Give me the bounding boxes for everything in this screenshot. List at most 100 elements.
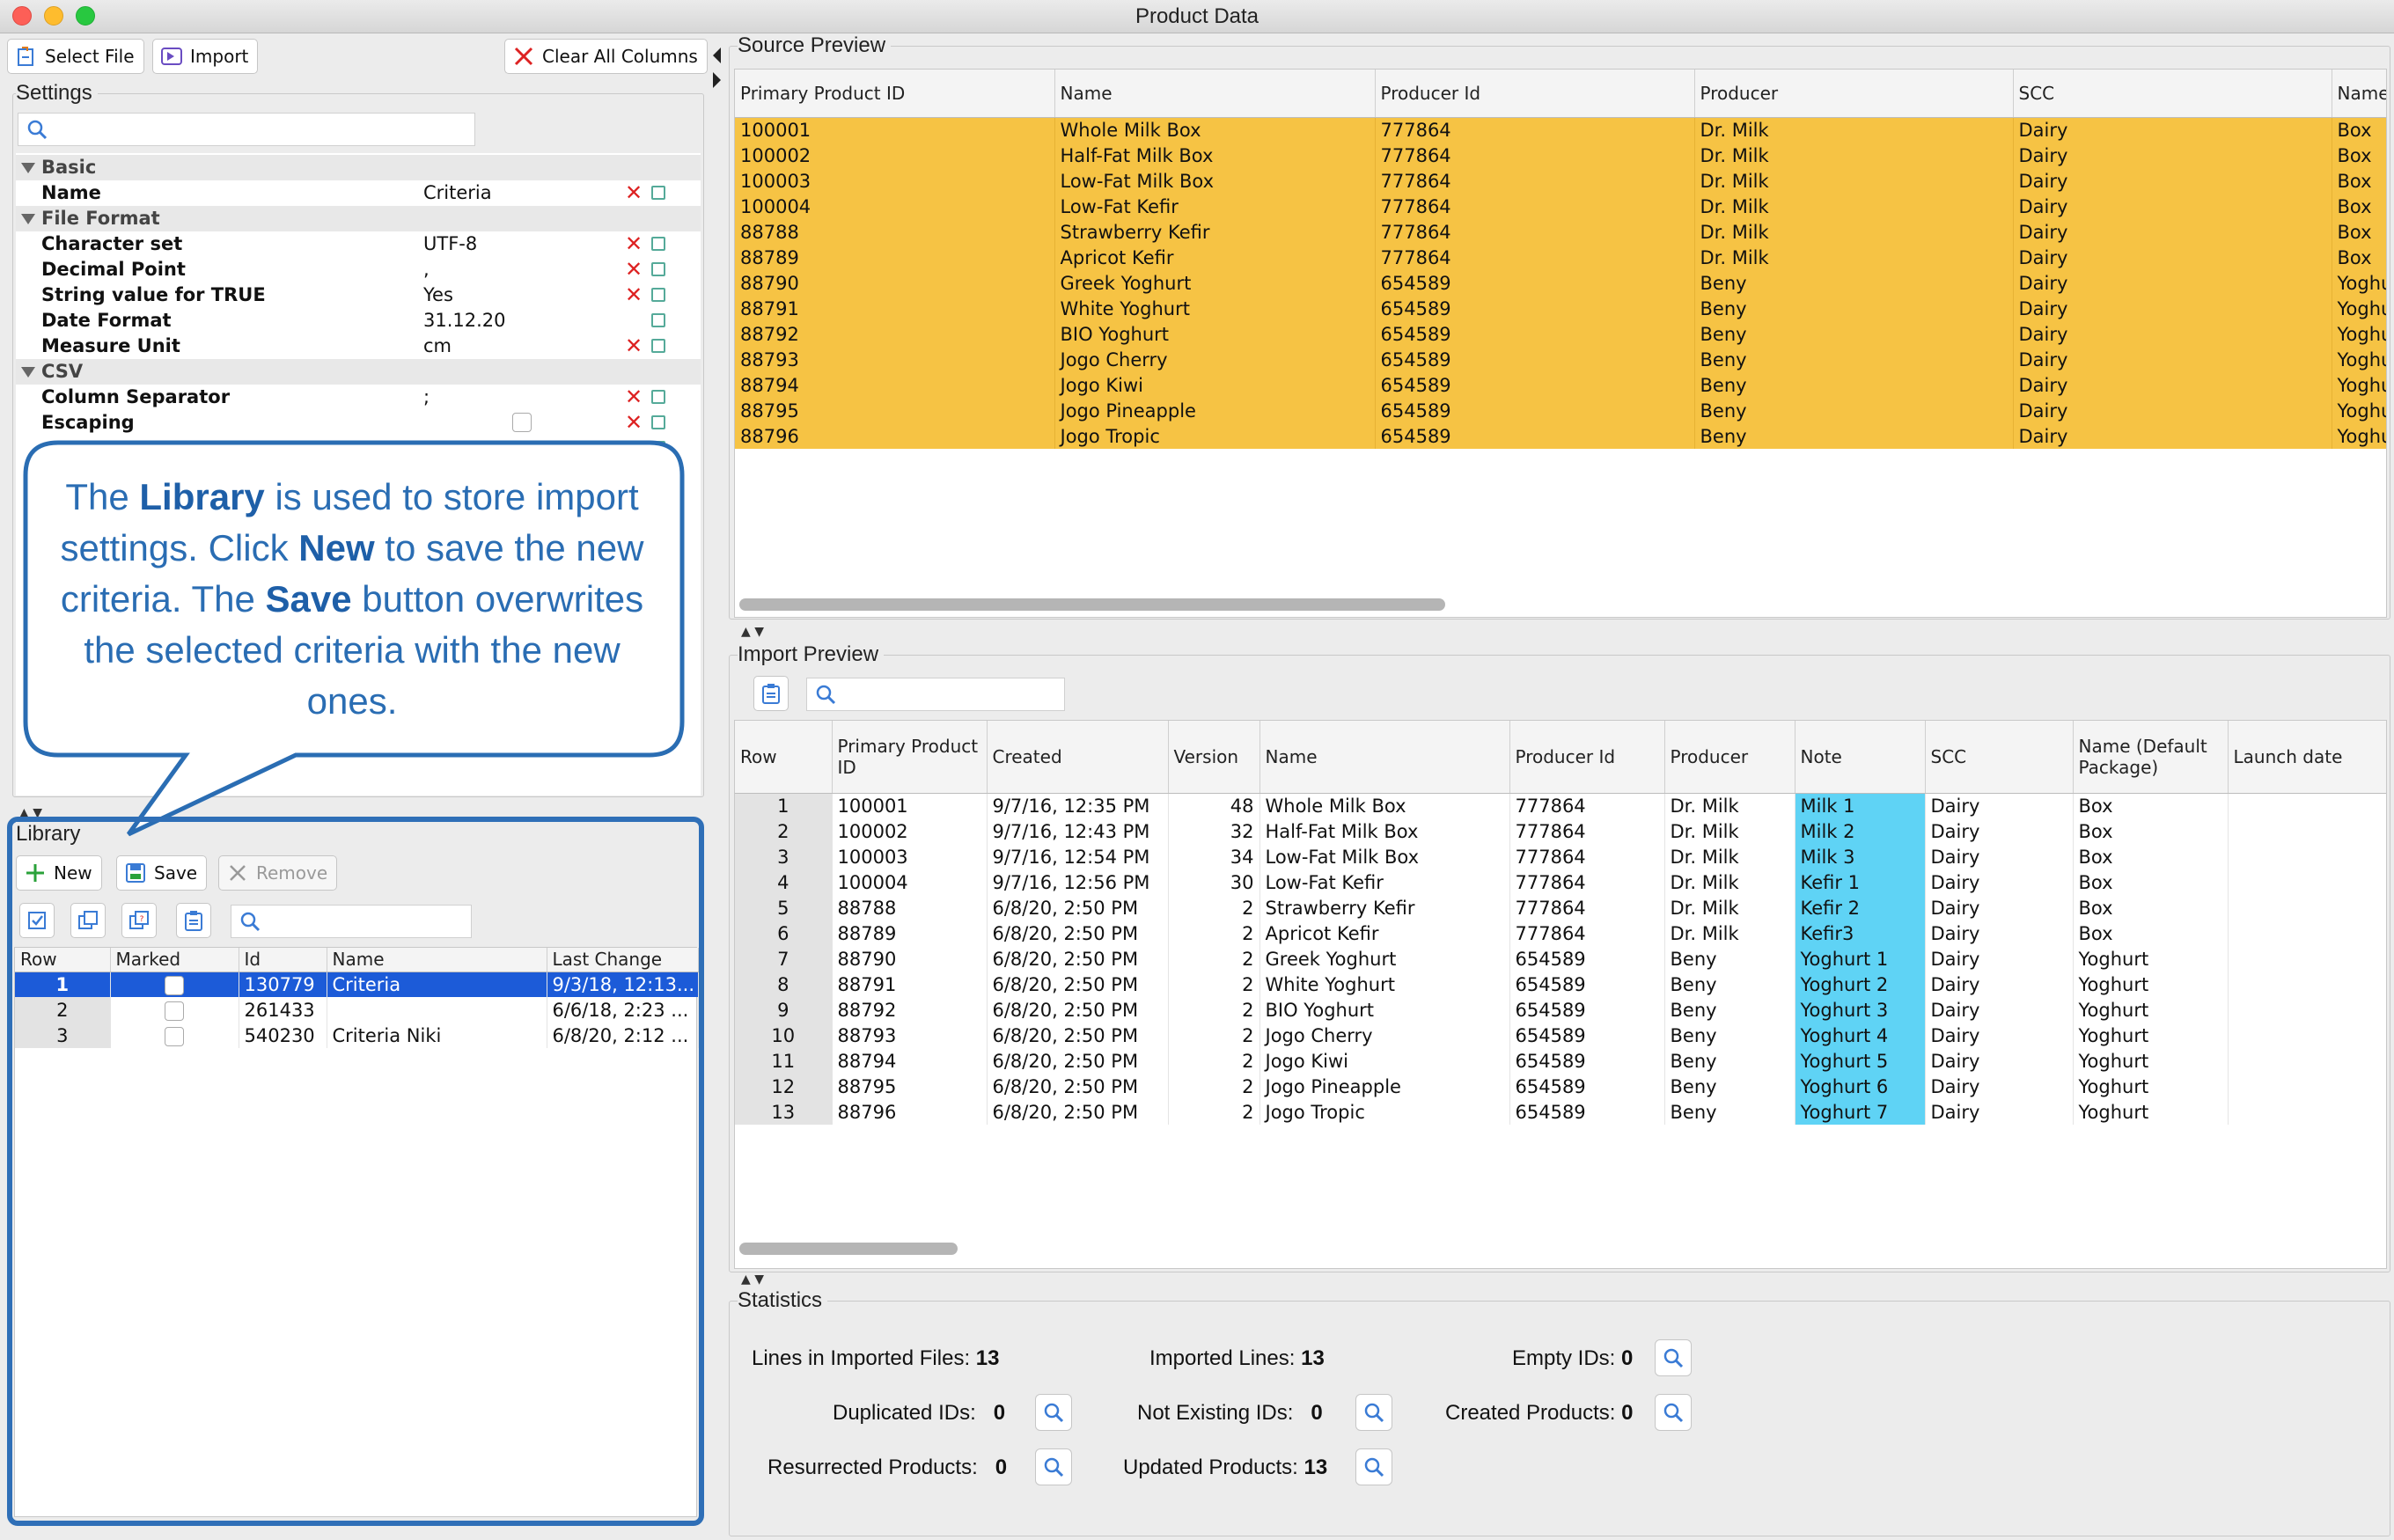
column-header[interactable]: Name — [327, 948, 547, 972]
table-row[interactable]: 100001 Whole Milk Box 777864 Dr. Milk Dairy B… — [735, 117, 2386, 143]
column-header[interactable]: Note — [1795, 721, 1926, 794]
setting-value[interactable]: , — [423, 257, 430, 282]
created-products-details-button[interactable] — [1655, 1394, 1692, 1431]
table-row[interactable]: 3 540230 Criteria Niki 6/8/20, 2:12 ... — [15, 1023, 699, 1048]
column-header[interactable]: Version — [1168, 721, 1260, 794]
column-header[interactable]: Primary Product ID — [735, 70, 1055, 118]
table-row[interactable]: 1 100001 9/7/16, 12:35 PM 48 Whole Milk Box 7… — [735, 793, 2386, 818]
setting-value[interactable]: cm — [423, 334, 452, 359]
setting-row-true-string[interactable]: String value for TRUE Yes ✕ — [16, 282, 701, 308]
reset-icon[interactable]: ✕ — [625, 282, 643, 308]
copy-icon[interactable] — [651, 288, 665, 302]
reset-icon[interactable]: ✕ — [625, 385, 643, 410]
table-row[interactable]: 100003 Low-Fat Milk Box 777864 Dr. Milk Dair… — [735, 168, 2386, 194]
reset-icon[interactable]: ✕ — [625, 334, 643, 359]
setting-value[interactable]: UTF-8 — [423, 231, 477, 257]
table-row[interactable]: 100004 Low-Fat Kefir 777864 Dr. Milk Dairy Bo… — [735, 194, 2386, 219]
horizontal-scrollbar[interactable] — [739, 1243, 958, 1255]
uncheck-all-button[interactable] — [70, 903, 106, 938]
group-basic[interactable]: Basic — [16, 155, 701, 180]
setting-row-charset[interactable]: Character set UTF-8 ✕ — [16, 231, 701, 257]
resurrected-products-details-button[interactable] — [1035, 1448, 1072, 1485]
expand-right-icon[interactable] — [713, 72, 721, 88]
setting-row-date-format[interactable]: Date Format 31.12.20 — [16, 308, 701, 334]
setting-row-measure-unit[interactable]: Measure Unit cm ✕ — [16, 334, 701, 359]
not-existing-ids-details-button[interactable] — [1355, 1394, 1392, 1431]
copy-icon[interactable] — [651, 237, 665, 251]
setting-value[interactable]: Criteria — [423, 180, 492, 206]
new-button[interactable]: New — [16, 855, 102, 891]
copy-icon[interactable] — [651, 390, 665, 404]
settings-search-input[interactable] — [18, 113, 475, 146]
horizontal-scrollbar[interactable] — [739, 598, 1445, 611]
column-header[interactable]: Name — [2332, 70, 2386, 118]
updated-products-details-button[interactable] — [1355, 1448, 1392, 1485]
table-row[interactable]: 8 88791 6/8/20, 2:50 PM 2 White Yoghurt 65458… — [735, 972, 2386, 997]
table-row[interactable]: 6 88789 6/8/20, 2:50 PM 2 Apricot Kefir 77786… — [735, 920, 2386, 946]
clipboard-button[interactable] — [176, 903, 211, 938]
library-search-input[interactable] — [231, 905, 472, 938]
table-row[interactable]: 88796Jogo Tropic654589BenyDairyYoghu — [735, 423, 2386, 449]
copy-icon[interactable] — [651, 415, 665, 429]
reset-icon[interactable]: ✕ — [625, 257, 643, 282]
table-row[interactable]: 88793Jogo Cherry654589BenyDairyYoghu — [735, 347, 2386, 372]
setting-row-column-separator[interactable]: Column Separator; ✕ — [16, 385, 701, 410]
table-row[interactable]: 88792BIO Yoghurt654589BenyDairyYoghu — [735, 321, 2386, 347]
select-file-button[interactable]: Select File — [7, 39, 144, 74]
setting-row-escaping[interactable]: Escaping ✕ — [16, 410, 701, 436]
column-header[interactable]: Producer — [1664, 721, 1796, 794]
collapse-left-icon[interactable] — [713, 48, 721, 63]
column-header[interactable]: Name — [1054, 70, 1376, 118]
splitter-arrows[interactable]: ▲ ▼ — [741, 625, 764, 639]
copy-icon[interactable] — [651, 262, 665, 276]
table-row[interactable]: 88795Jogo Pineapple654589BenyDairyYoghu — [735, 398, 2386, 423]
table-row[interactable]: 3 100003 9/7/16, 12:54 PM 34 Low-Fat Milk Bo… — [735, 844, 2386, 869]
group-csv[interactable]: CSV — [16, 359, 701, 385]
table-row[interactable]: 88788 Strawberry Kefir 777864 Dr. Milk Dairy… — [735, 219, 2386, 245]
group-file-format[interactable]: File Format — [16, 206, 701, 231]
marked-checkbox[interactable] — [165, 1001, 184, 1021]
setting-value[interactable]: 31.12.20 — [423, 308, 506, 334]
table-row[interactable]: 10 88793 6/8/20, 2:50 PM 2 Jogo Cherry 654589… — [735, 1023, 2386, 1048]
copy-icon[interactable] — [651, 186, 665, 200]
reset-icon[interactable]: ✕ — [625, 231, 643, 257]
clear-all-columns-button[interactable]: Clear All Columns — [504, 39, 708, 74]
import-button[interactable]: Import — [152, 39, 259, 74]
table-row[interactable]: 4 100004 9/7/16, 12:56 PM 30 Low-Fat Kefir 77… — [735, 869, 2386, 895]
column-header[interactable]: Producer — [1694, 70, 2014, 118]
column-header[interactable]: Last Change — [547, 948, 699, 972]
escaping-checkbox[interactable] — [512, 413, 532, 432]
table-row[interactable]: 5 88788 6/8/20, 2:50 PM 2 Strawberry Kefir 77… — [735, 895, 2386, 920]
table-row[interactable]: 88790Greek Yoghurt654589BenyDairyYoghu — [735, 270, 2386, 296]
table-row[interactable]: 88791White Yoghurt654589BenyDairyYoghu — [735, 296, 2386, 321]
table-row[interactable]: 1 130779 Criteria 9/3/18, 12:13... — [15, 972, 699, 997]
column-header[interactable]: Marked — [110, 948, 239, 972]
clipboard-button[interactable] — [753, 676, 789, 711]
column-header[interactable]: Producer Id — [1375, 70, 1695, 118]
setting-row-decimal[interactable]: Decimal Point, ✕ — [16, 257, 701, 282]
table-row[interactable]: 9 88792 6/8/20, 2:50 PM 2 BIO Yoghurt 654589 B… — [735, 997, 2386, 1023]
table-row[interactable]: 88794Jogo Kiwi654589BenyDairyYoghu — [735, 372, 2386, 398]
column-header[interactable]: Id — [239, 948, 327, 972]
table-row[interactable]: 7 88790 6/8/20, 2:50 PM 2 Greek Yoghurt 65458… — [735, 946, 2386, 972]
marked-checkbox[interactable] — [165, 1026, 184, 1046]
splitter-arrows[interactable]: ▲ ▼ — [741, 1272, 764, 1287]
marked-checkbox[interactable] — [165, 975, 184, 995]
column-header[interactable]: Created — [987, 721, 1169, 794]
duplicated-ids-details-button[interactable] — [1035, 1394, 1072, 1431]
column-header[interactable]: Primary Product ID — [832, 721, 988, 794]
table-row[interactable]: 11 88794 6/8/20, 2:50 PM 2 Jogo Kiwi 654589 Be… — [735, 1048, 2386, 1074]
empty-ids-details-button[interactable] — [1655, 1339, 1692, 1376]
column-header[interactable]: Launch date — [2228, 721, 2386, 794]
column-header[interactable]: Name — [1259, 721, 1510, 794]
table-row[interactable]: 88789 Apricot Kefir 777864 Dr. Milk Dairy Box — [735, 245, 2386, 270]
reset-icon[interactable]: ✕ — [625, 410, 643, 436]
import-search-input[interactable] — [806, 678, 1065, 711]
column-header[interactable]: Name (Default Package) — [2073, 721, 2229, 794]
column-header[interactable]: SCC — [2013, 70, 2332, 118]
column-header[interactable]: Row — [15, 948, 111, 972]
column-header[interactable]: SCC — [1925, 721, 2074, 794]
table-row[interactable]: 100002 Half-Fat Milk Box 777864 Dr. Milk Dai… — [735, 143, 2386, 168]
table-row[interactable]: 12 88795 6/8/20, 2:50 PM 2 Jogo Pineapple 654… — [735, 1074, 2386, 1099]
copy-icon[interactable] — [651, 313, 665, 327]
